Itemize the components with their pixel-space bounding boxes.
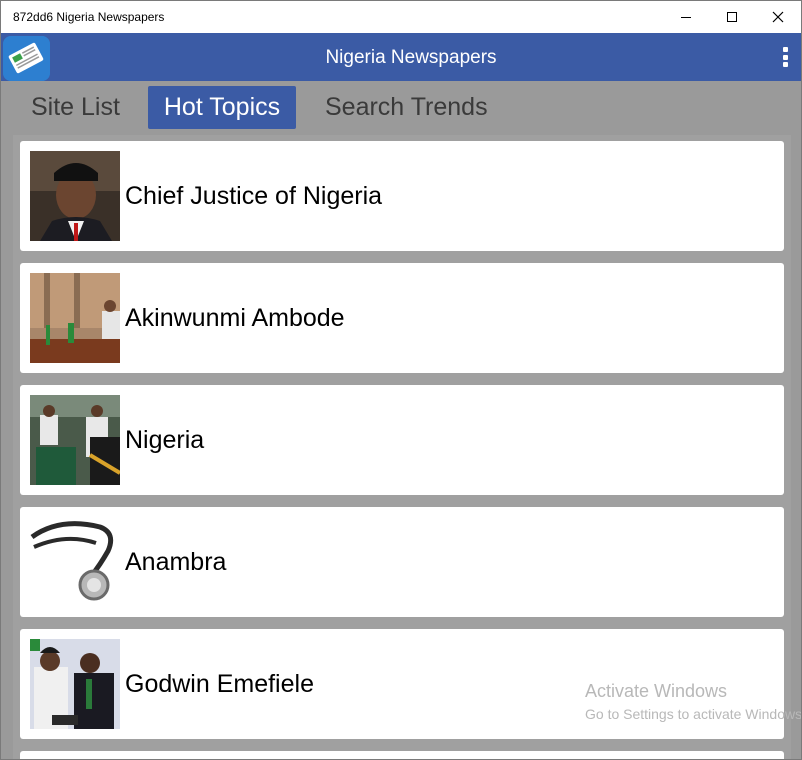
minimize-button[interactable] <box>663 1 709 33</box>
topic-label: Chief Justice of Nigeria <box>125 182 383 210</box>
tab-bar: Site List Hot Topics Search Trends <box>1 81 801 135</box>
close-button[interactable] <box>755 1 801 33</box>
list-item[interactable]: Godwin Emefiele <box>20 629 784 739</box>
topic-thumbnail <box>30 273 120 363</box>
list-item[interactable]: Chief Justice of Nigeria <box>20 141 784 251</box>
topic-label: Nigeria <box>125 426 205 454</box>
minimize-icon <box>681 17 691 18</box>
tab-hot-topics[interactable]: Hot Topics <box>148 86 296 129</box>
topic-thumbnail <box>30 517 120 607</box>
maximize-icon <box>727 12 737 22</box>
tab-search-trends[interactable]: Search Trends <box>311 86 502 129</box>
topic-thumbnail <box>30 395 120 485</box>
title-bar: 872dd6 Nigeria Newspapers <box>1 1 801 33</box>
app-window: 872dd6 Nigeria Newspapers Nigeria Newspa… <box>0 0 802 760</box>
topic-label: Anambra <box>125 548 227 576</box>
topic-thumbnail <box>30 639 120 729</box>
app-header: Nigeria Newspapers <box>1 33 801 81</box>
close-icon <box>772 11 784 23</box>
list-item[interactable]: Anambra <box>20 507 784 617</box>
list-item[interactable]: Nigeria <box>20 385 784 495</box>
more-options-icon <box>782 47 788 52</box>
tab-site-list[interactable]: Site List <box>17 86 134 129</box>
app-title: Nigeria Newspapers <box>325 47 497 68</box>
more-options-button[interactable] <box>777 45 793 69</box>
topic-thumbnail <box>30 151 120 241</box>
topic-list: Chief Justice of Nigeria Akinwunmi Ambod… <box>13 135 791 759</box>
topic-label: Akinwunmi Ambode <box>125 304 345 332</box>
window-title: 872dd6 Nigeria Newspapers <box>13 10 165 24</box>
maximize-button[interactable] <box>709 1 755 33</box>
list-item[interactable] <box>20 751 784 759</box>
list-item[interactable]: Akinwunmi Ambode <box>20 263 784 373</box>
topic-label: Godwin Emefiele <box>125 670 314 698</box>
